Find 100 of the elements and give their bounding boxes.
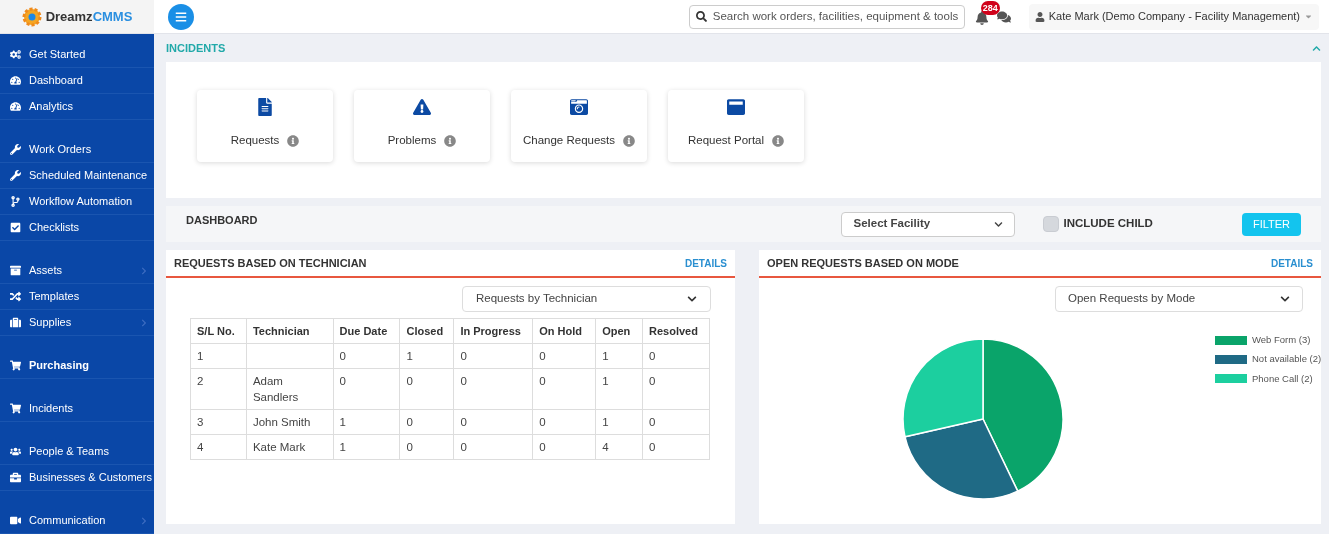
warning-icon [413,98,431,116]
column-header: Closed [399,318,454,344]
table-cell: 0 [333,343,400,369]
table-cell: 3 [190,409,247,435]
table-cell: 0 [642,409,710,435]
report-select[interactable]: Requests by Technician [462,286,711,312]
sidebar-item[interactable]: Scheduled Maintenance [0,163,154,189]
sidebar-item[interactable]: Businesses & Customers [0,465,154,491]
menu-button[interactable] [168,3,194,30]
table-cell: 0 [532,434,596,460]
cart-icon [10,403,21,414]
gear-logo-icon [21,6,42,27]
table-cell: 1 [595,409,643,435]
sidebar-item[interactable]: Templates [0,284,154,310]
people-icon [10,446,21,457]
table-cell: 1 [595,368,643,410]
shortcut-card[interactable]: Problems [354,90,490,162]
table-cell: 1 [333,434,400,460]
section-title: INCIDENTS [166,40,226,56]
menu-icon [175,10,187,23]
column-header: Due Date [333,318,400,344]
user-name: Kate Mark (Demo Company - Facility Management) [1048,9,1300,25]
briefcase-icon [10,472,21,483]
sidebar-item[interactable]: Supplies [0,310,154,336]
column-header: Resolved [642,318,710,344]
include-child-checkbox[interactable] [1043,216,1060,232]
shortcut-card[interactable]: Requests [197,90,333,162]
report-select[interactable]: Open Requests by Mode [1055,286,1303,312]
document-icon [256,98,274,116]
sidebar-item[interactable]: People & Teams [0,439,154,465]
table-cell: 1 [399,343,454,369]
sidebar-item[interactable]: Checklists [0,215,154,241]
table-cell: 0 [453,368,533,410]
column-header: Open [595,318,643,344]
table-cell: 0 [453,409,533,435]
table-cell: 0 [532,343,596,369]
table-cell: 0 [453,343,533,369]
table-cell: 1 [333,409,400,435]
sidebar-item[interactable]: Dashboard [0,68,154,94]
table-cell: 0 [532,368,596,410]
video-camera-icon [10,515,21,526]
card-label: Problems [387,133,437,148]
shuffle-icon [10,291,21,302]
table-cell: 0 [642,368,710,410]
gears-icon [10,49,21,60]
checkbox-icon [10,222,21,233]
dashboard-title: DASHBOARD [186,213,258,228]
table-cell: 1 [595,343,643,369]
info-icon[interactable] [444,134,457,147]
include-child-label: INCLUDE CHILD [1063,216,1153,232]
sidebar-item[interactable]: Get Started [0,42,154,68]
info-icon[interactable] [772,134,785,147]
shortcut-card[interactable]: Request Portal [668,90,804,162]
legend-label: Not available (2) [1252,352,1322,367]
sidebar-item[interactable]: Purchasing [0,353,154,379]
card-label: Request Portal [687,133,765,148]
gauge-icon [10,101,21,112]
sidebar-item[interactable]: Analytics [0,94,154,120]
table-cell: 0 [453,434,533,460]
sidebar-item[interactable]: Assets [0,258,154,284]
legend-label: Phone Call (2) [1252,371,1313,386]
table-cell: 0 [399,434,454,460]
info-icon[interactable] [623,134,636,147]
sidebar-item[interactable]: Work Orders [0,137,154,163]
facility-select[interactable]: Select Facility [841,211,1016,237]
panel-title: REQUESTS BASED ON TECHNICIAN [174,255,367,271]
table-cell: 0 [399,368,454,410]
search-field[interactable]: Search work orders, facilities, equipment & tools [688,4,965,29]
table-cell: Kate Mark [246,434,334,460]
chat-icon[interactable] [996,9,1011,24]
card-label: Change Requests [522,133,616,148]
gauge-icon [10,75,21,86]
sidebar-item[interactable]: Incidents [0,396,154,422]
table-cell: 0 [333,368,400,410]
suitcase-icon [10,317,21,328]
details-link[interactable]: DETAILS [1270,255,1313,271]
column-header: In Progress [453,318,533,344]
table-cell: Adam Sandlers [246,368,334,410]
sidebar-item[interactable]: Workflow Automation [0,189,154,215]
cart-icon [10,360,21,371]
table-cell: John Smith [246,409,334,435]
table-cell: 1 [190,343,247,369]
chevron-icon [687,294,697,304]
user-menu[interactable]: Kate Mark (Demo Company - Facility Management) [1028,3,1319,30]
collapse-icon[interactable] [1312,43,1321,53]
sidebar-item[interactable]: Communication [0,508,154,534]
bell-icon[interactable] [974,10,989,25]
details-link[interactable]: DETAILS [684,255,727,271]
column-header: Technician [246,318,334,344]
chevron-icon [1280,294,1290,304]
table-cell: 0 [642,343,710,369]
shortcut-card[interactable]: Change Requests [511,90,647,162]
column-header: On Hold [532,318,596,344]
table-cell: 4 [595,434,643,460]
caret-icon [1304,12,1313,21]
logo-text: DreamzCMMS [45,7,133,26]
chevron-icon [994,219,1004,229]
search-icon [695,11,707,22]
window-icon [727,98,745,116]
info-icon[interactable] [287,134,300,147]
